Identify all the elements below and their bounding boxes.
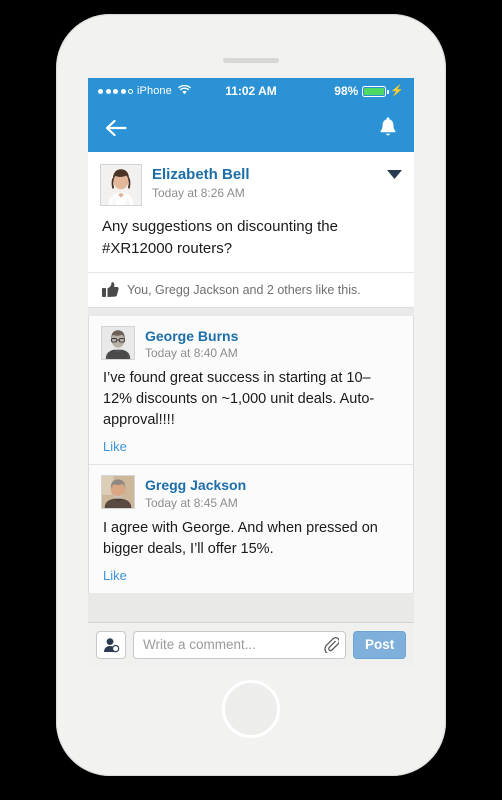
- comment-timestamp: Today at 8:40 AM: [145, 346, 238, 361]
- wifi-icon: [178, 84, 191, 98]
- add-person-icon[interactable]: [96, 630, 126, 659]
- comment-composer: Post: [88, 622, 414, 666]
- comment-timestamp: Today at 8:45 AM: [145, 496, 238, 511]
- comments-list: George Burns Today at 8:40 AM I’ve found…: [88, 315, 414, 594]
- avatar[interactable]: [101, 325, 135, 360]
- comment-meta: Gregg Jackson Today at 8:45 AM: [145, 475, 246, 510]
- thumbs-up-icon[interactable]: [102, 281, 119, 298]
- post-meta: Elizabeth Bell Today at 8:26 AM: [152, 164, 250, 200]
- speaker-grille: [223, 58, 279, 63]
- charging-bolt-icon: ⚡: [390, 84, 404, 97]
- back-arrow-icon[interactable]: [104, 118, 128, 138]
- phone-screen: iPhone 11:02 AM 98% ⚡ Elizabeth Bell Tod…: [88, 78, 414, 666]
- avatar[interactable]: [101, 475, 135, 510]
- chevron-down-icon[interactable]: [387, 166, 402, 184]
- post-like-summary: You, Gregg Jackson and 2 others like thi…: [88, 271, 414, 307]
- post-header: Elizabeth Bell Today at 8:26 AM: [88, 152, 414, 206]
- avatar[interactable]: [100, 164, 142, 206]
- comment-author[interactable]: George Burns: [145, 328, 238, 345]
- battery-icon: [362, 85, 389, 97]
- comment-item: Gregg Jackson Today at 8:45 AM I agree w…: [89, 464, 413, 593]
- comment-item: George Burns Today at 8:40 AM I’ve found…: [89, 316, 413, 465]
- status-bar-left: iPhone: [98, 84, 191, 98]
- post-card: Elizabeth Bell Today at 8:26 AM Any sugg…: [88, 152, 414, 308]
- signal-strength-icon: [98, 88, 133, 94]
- comment-body: I’ve found great success in starting at …: [103, 370, 375, 429]
- comment-like-button[interactable]: Like: [89, 437, 141, 464]
- phone-frame: iPhone 11:02 AM 98% ⚡ Elizabeth Bell Tod…: [56, 14, 446, 776]
- post-button[interactable]: Post: [353, 630, 407, 659]
- bell-icon[interactable]: [378, 117, 398, 139]
- paperclip-icon[interactable]: [320, 636, 339, 653]
- comment-input-wrapper[interactable]: [133, 630, 346, 659]
- comment-author[interactable]: Gregg Jackson: [145, 477, 246, 494]
- comment-header: George Burns Today at 8:40 AM: [89, 325, 413, 361]
- navigation-bar: [88, 104, 414, 152]
- status-bar: iPhone 11:02 AM 98% ⚡: [88, 78, 414, 104]
- battery-percent-label: 98%: [334, 84, 359, 98]
- feed-scroll-area[interactable]: Elizabeth Bell Today at 8:26 AM Any sugg…: [88, 152, 414, 666]
- post-author[interactable]: Elizabeth Bell: [152, 166, 250, 184]
- comment-header: Gregg Jackson Today at 8:45 AM: [89, 475, 413, 510]
- comment-meta: George Burns Today at 8:40 AM: [145, 326, 238, 361]
- carrier-label: iPhone: [137, 85, 172, 97]
- home-button[interactable]: [222, 680, 280, 738]
- comment-like-button[interactable]: Like: [89, 566, 141, 593]
- post-body: Any suggestions on discounting the #XR12…: [102, 218, 338, 257]
- comment-input[interactable]: [143, 637, 320, 652]
- post-timestamp: Today at 8:26 AM: [152, 186, 245, 200]
- post-like-text: You, Gregg Jackson and 2 others like thi…: [127, 282, 361, 297]
- status-bar-right: 98% ⚡: [334, 84, 404, 98]
- comment-body: I agree with George. And when pressed on…: [103, 520, 378, 558]
